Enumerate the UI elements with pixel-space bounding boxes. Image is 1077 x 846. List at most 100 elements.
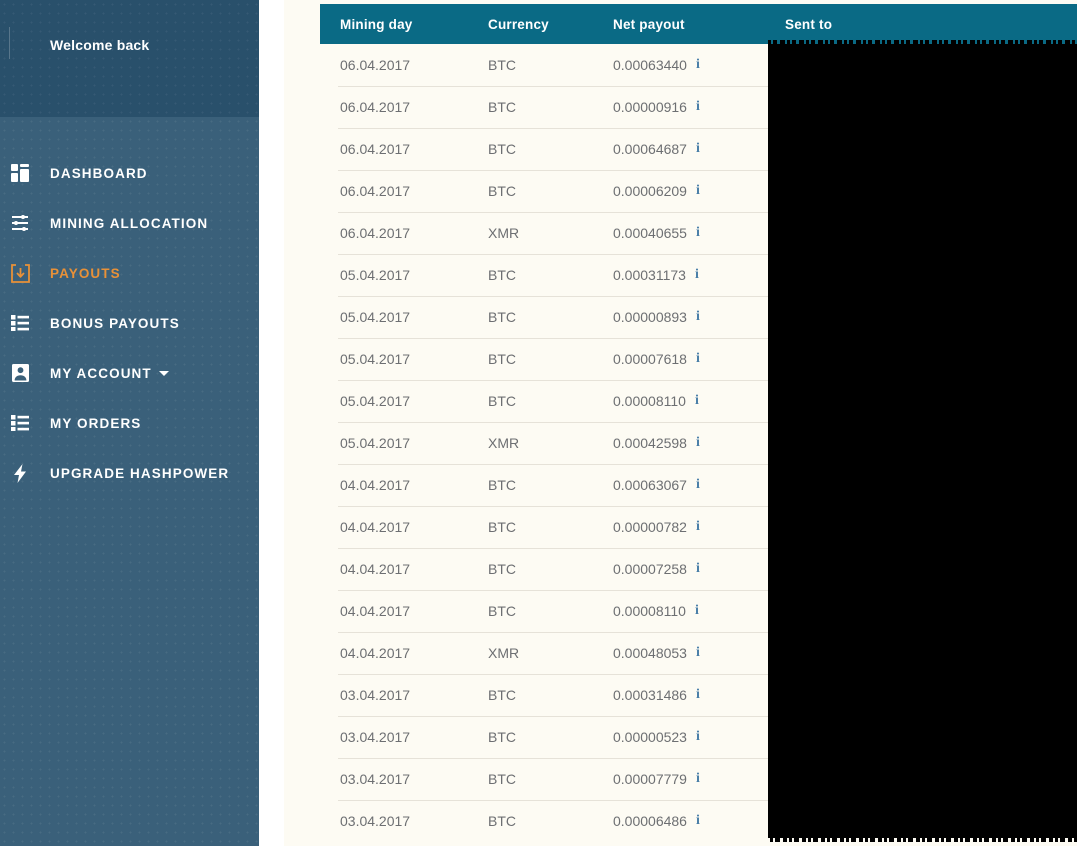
cell-currency: BTC bbox=[488, 813, 516, 829]
cell-mining-day: 03.04.2017 bbox=[340, 729, 411, 745]
cell-currency: BTC bbox=[488, 393, 516, 409]
info-icon[interactable]: i bbox=[695, 394, 699, 408]
sidebar-item-my-account[interactable]: MY ACCOUNT bbox=[0, 348, 259, 398]
sidebar-item-bonus-payouts[interactable]: BONUS PAYOUTS bbox=[0, 298, 259, 348]
info-icon[interactable]: i bbox=[696, 688, 700, 702]
info-icon[interactable]: i bbox=[696, 58, 700, 72]
sidebar-nav: DASHBOARD MINING ALLOCATION PAYOUTS BONUS P… bbox=[0, 148, 259, 498]
cell-currency: BTC bbox=[488, 267, 516, 283]
info-icon[interactable]: i bbox=[696, 184, 700, 198]
cell-mining-day: 06.04.2017 bbox=[340, 225, 411, 241]
cell-currency: BTC bbox=[488, 519, 516, 535]
cell-mining-day: 05.04.2017 bbox=[340, 351, 411, 367]
info-icon[interactable]: i bbox=[696, 520, 700, 534]
column-header-currency[interactable]: Currency bbox=[488, 17, 613, 32]
cell-currency: XMR bbox=[488, 225, 520, 241]
welcome-message: Welcome back bbox=[50, 37, 150, 53]
sidebar-item-label: DASHBOARD bbox=[50, 165, 148, 181]
net-payout-value: 0.00007258 bbox=[613, 561, 687, 577]
cell-currency: BTC bbox=[488, 141, 516, 157]
info-icon[interactable]: i bbox=[696, 100, 700, 114]
sidebar: Welcome back DASHBOARD MINING ALLOCATION P… bbox=[0, 0, 259, 846]
cell-mining-day: 05.04.2017 bbox=[340, 267, 411, 283]
info-icon[interactable]: i bbox=[696, 436, 700, 450]
user-icon bbox=[8, 362, 32, 384]
cell-net-payout: 0.00064687 i bbox=[613, 141, 765, 157]
lightning-bolt-icon bbox=[8, 462, 32, 484]
sidebar-item-dashboard[interactable]: DASHBOARD bbox=[0, 148, 259, 198]
cell-net-payout: 0.00031173 i bbox=[613, 267, 765, 283]
cell-mining-day: 03.04.2017 bbox=[340, 687, 411, 703]
info-icon[interactable]: i bbox=[696, 772, 700, 786]
net-payout-value: 0.00008110 bbox=[613, 393, 686, 409]
cell-currency: BTC bbox=[488, 603, 516, 619]
cell-net-payout: 0.00008110 i bbox=[613, 393, 765, 409]
chevron-down-icon[interactable] bbox=[158, 371, 169, 377]
column-header-net-payout[interactable]: Net payout bbox=[613, 17, 765, 32]
sidebar-item-label: BONUS PAYOUTS bbox=[50, 315, 180, 331]
cell-mining-day: 04.04.2017 bbox=[340, 561, 411, 577]
cell-mining-day: 06.04.2017 bbox=[340, 99, 411, 115]
sent-to-redaction-overlay bbox=[768, 40, 1077, 838]
info-icon[interactable]: i bbox=[695, 268, 699, 282]
cell-currency: BTC bbox=[488, 729, 516, 745]
cell-currency: BTC bbox=[488, 477, 516, 493]
cell-mining-day: 04.04.2017 bbox=[340, 645, 411, 661]
cell-mining-day: 03.04.2017 bbox=[340, 813, 411, 829]
cell-net-payout: 0.00000893 i bbox=[613, 309, 765, 325]
cell-net-payout: 0.00006209 i bbox=[613, 183, 765, 199]
cell-net-payout: 0.00008110 i bbox=[613, 603, 765, 619]
info-icon[interactable]: i bbox=[696, 310, 700, 324]
net-payout-value: 0.00063440 bbox=[613, 57, 687, 73]
cell-mining-day: 03.04.2017 bbox=[340, 771, 411, 787]
list-icon bbox=[8, 412, 32, 434]
cell-net-payout: 0.00000523 i bbox=[613, 729, 765, 745]
info-icon[interactable]: i bbox=[696, 562, 700, 576]
info-icon[interactable]: i bbox=[696, 646, 700, 660]
sidebar-item-payouts[interactable]: PAYOUTS bbox=[0, 248, 259, 298]
sidebar-header: Welcome back bbox=[0, 0, 259, 117]
cell-mining-day: 04.04.2017 bbox=[340, 603, 411, 619]
cell-mining-day: 06.04.2017 bbox=[340, 57, 411, 73]
net-payout-value: 0.00000523 bbox=[613, 729, 687, 745]
cell-mining-day: 05.04.2017 bbox=[340, 393, 411, 409]
cell-net-payout: 0.00040655 i bbox=[613, 225, 765, 241]
cell-net-payout: 0.00006486 i bbox=[613, 813, 765, 829]
sidebar-item-label: PAYOUTS bbox=[50, 265, 121, 281]
info-icon[interactable]: i bbox=[696, 478, 700, 492]
net-payout-value: 0.00064687 bbox=[613, 141, 687, 157]
net-payout-value: 0.00000916 bbox=[613, 99, 687, 115]
sidebar-item-upgrade-hashpower[interactable]: UPGRADE HASHPOWER bbox=[0, 448, 259, 498]
sidebar-item-label: UPGRADE HASHPOWER bbox=[50, 465, 230, 481]
welcome-accent-bar bbox=[9, 27, 10, 59]
cell-net-payout: 0.00007618 i bbox=[613, 351, 765, 367]
sidebar-item-label: MY ORDERS bbox=[50, 415, 142, 431]
cell-net-payout: 0.00007258 i bbox=[613, 561, 765, 577]
info-icon[interactable]: i bbox=[696, 352, 700, 366]
payouts-page: Welcome back DASHBOARD MINING ALLOCATION P… bbox=[0, 0, 1077, 846]
info-icon[interactable]: i bbox=[696, 142, 700, 156]
cell-currency: BTC bbox=[488, 351, 516, 367]
cell-currency: BTC bbox=[488, 561, 516, 577]
net-payout-value: 0.00007779 bbox=[613, 771, 687, 787]
cell-mining-day: 05.04.2017 bbox=[340, 309, 411, 325]
info-icon[interactable]: i bbox=[696, 730, 700, 744]
cell-mining-day: 04.04.2017 bbox=[340, 519, 411, 535]
cell-currency: BTC bbox=[488, 771, 516, 787]
cell-net-payout: 0.00063440 i bbox=[613, 57, 765, 73]
sidebar-item-mining-allocation[interactable]: MINING ALLOCATION bbox=[0, 198, 259, 248]
column-header-sent-to[interactable]: Sent to bbox=[765, 17, 1065, 32]
net-payout-value: 0.00040655 bbox=[613, 225, 687, 241]
info-icon[interactable]: i bbox=[696, 226, 700, 240]
cell-currency: BTC bbox=[488, 57, 516, 73]
sidebar-item-label: MINING ALLOCATION bbox=[50, 215, 209, 231]
info-icon[interactable]: i bbox=[695, 604, 699, 618]
cell-currency: BTC bbox=[488, 687, 516, 703]
net-payout-value: 0.00006486 bbox=[613, 813, 687, 829]
cell-net-payout: 0.00063067 i bbox=[613, 477, 765, 493]
info-icon[interactable]: i bbox=[696, 814, 700, 828]
cell-mining-day: 06.04.2017 bbox=[340, 141, 411, 157]
cell-net-payout: 0.00031486 i bbox=[613, 687, 765, 703]
column-header-mining-day[interactable]: Mining day bbox=[320, 17, 488, 32]
sidebar-item-my-orders[interactable]: MY ORDERS bbox=[0, 398, 259, 448]
